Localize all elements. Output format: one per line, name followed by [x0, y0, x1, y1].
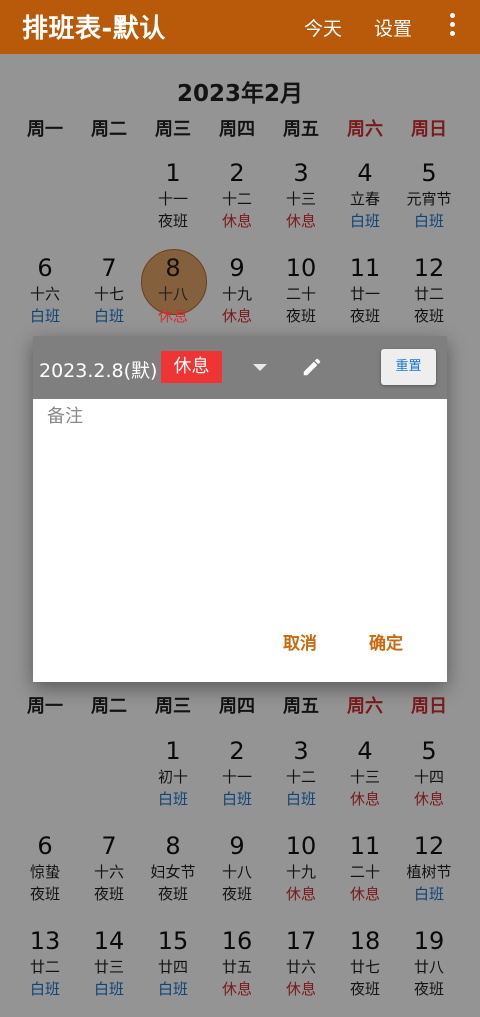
today-button[interactable]: 今天: [304, 14, 342, 41]
reset-button[interactable]: 重置: [381, 349, 436, 385]
day-number: 8: [165, 254, 181, 282]
cancel-button[interactable]: 取消: [283, 629, 317, 654]
confirm-button[interactable]: 确定: [369, 629, 403, 654]
lunar-date: 十八: [157, 285, 188, 303]
dialog-date: 2023.2.8(默): [39, 360, 158, 382]
pencil-icon[interactable]: [301, 356, 323, 378]
dialog-header: 2023.2.8(默) 休息 重置: [33, 336, 447, 399]
note-input[interactable]: [47, 402, 437, 582]
shift-edit-dialog: 2023.2.8(默) 休息 重置 取消 确定: [33, 336, 447, 682]
more-vert-icon[interactable]: [448, 12, 456, 40]
caret-down-icon[interactable]: [253, 364, 267, 371]
settings-button[interactable]: 设置: [374, 14, 412, 41]
app-title: 排班表-默认: [22, 14, 166, 44]
shift-chip[interactable]: 休息: [161, 351, 222, 383]
shift-label: 休息: [157, 307, 188, 325]
app-bar: 排班表-默认 今天 设置: [0, 0, 480, 54]
